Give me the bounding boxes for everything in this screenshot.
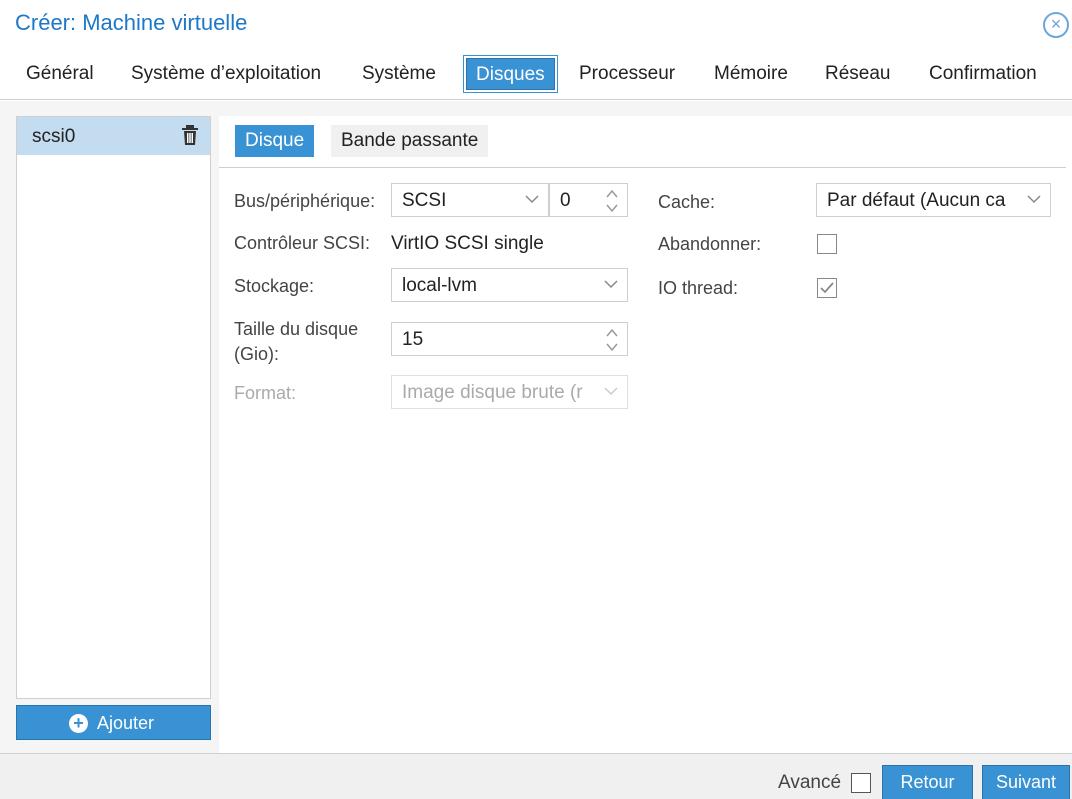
- disk-settings-panel: Disque Bande passante Bus/périphérique: …: [219, 116, 1072, 753]
- controller-value: VirtIO SCSI single: [391, 233, 544, 254]
- discard-checkbox[interactable]: [817, 234, 837, 254]
- footer-bar: Avancé Retour Suivant: [0, 753, 1072, 799]
- format-value: Image disque brute (r: [402, 382, 583, 403]
- trash-icon[interactable]: [181, 125, 199, 145]
- tab-confirmation[interactable]: Confirmation: [920, 58, 1046, 90]
- close-icon[interactable]: ×: [1043, 12, 1069, 38]
- bus-index-spinner[interactable]: 0: [549, 183, 628, 217]
- back-button[interactable]: Retour: [882, 765, 973, 799]
- plus-circle-icon: +: [69, 714, 88, 733]
- tab-network[interactable]: Réseau: [816, 58, 900, 90]
- disk-list: scsi0: [16, 116, 211, 699]
- wizard-tabs: Général Système d’exploitation Système D…: [0, 52, 1072, 100]
- disk-list-item[interactable]: scsi0: [17, 117, 210, 155]
- tab-memory[interactable]: Mémoire: [705, 58, 797, 90]
- tab-os[interactable]: Système d’exploitation: [122, 58, 330, 90]
- tab-processor[interactable]: Processeur: [570, 58, 684, 90]
- chevron-down-icon: [604, 280, 618, 289]
- storage-label: Stockage:: [234, 276, 315, 296]
- size-label-line2: (Gio):: [234, 344, 279, 364]
- storage-select[interactable]: local-lvm: [391, 268, 628, 302]
- main-area: scsi0 + Ajouter Disque Bande passante Bu…: [0, 101, 1072, 753]
- window-titlebar: Créer: Machine virtuelle ×: [0, 0, 1072, 48]
- chevron-down-icon: [604, 387, 618, 396]
- tab-system[interactable]: Système: [353, 58, 445, 90]
- next-button[interactable]: Suivant: [982, 765, 1070, 799]
- subtab-bandwidth[interactable]: Bande passante: [331, 125, 489, 157]
- add-disk-button[interactable]: + Ajouter: [16, 705, 211, 740]
- cache-label: Cache:: [658, 192, 716, 212]
- bus-index-value: 0: [560, 190, 571, 211]
- disk-item-label: scsi0: [32, 126, 76, 147]
- checkmark-icon: [820, 282, 834, 294]
- bus-select[interactable]: SCSI: [391, 183, 549, 217]
- tab-disks[interactable]: Disques: [466, 58, 555, 90]
- storage-value: local-lvm: [402, 275, 477, 296]
- add-disk-label: Ajouter: [97, 713, 155, 733]
- size-label-line1: Taille du disque: [234, 319, 359, 339]
- chevron-down-icon: [1027, 195, 1041, 204]
- advanced-checkbox[interactable]: [851, 773, 871, 793]
- disk-size-value: 15: [402, 329, 424, 350]
- iothread-checkbox[interactable]: [817, 278, 837, 298]
- discard-label: Abandonner:: [658, 234, 762, 254]
- bus-label: Bus/périphérique:: [234, 191, 376, 211]
- controller-label: Contrôleur SCSI:: [234, 233, 371, 253]
- disk-subtabs: Disque Bande passante: [219, 116, 1066, 168]
- format-label: Format:: [234, 383, 297, 403]
- subtab-disk[interactable]: Disque: [235, 125, 315, 157]
- spinner-arrows-icon[interactable]: [605, 187, 619, 215]
- disk-size-spinner[interactable]: 15: [391, 322, 628, 356]
- advanced-label: Avancé: [778, 772, 842, 793]
- window-title: Créer: Machine virtuelle: [15, 10, 248, 35]
- cache-value: Par défaut (Aucun ca: [827, 190, 1006, 211]
- iothread-label: IO thread:: [658, 278, 739, 298]
- spinner-arrows-icon[interactable]: [605, 326, 619, 354]
- cache-select[interactable]: Par défaut (Aucun ca: [816, 183, 1051, 217]
- bus-value: SCSI: [402, 190, 447, 211]
- format-select: Image disque brute (r: [391, 375, 628, 409]
- chevron-down-icon: [525, 195, 539, 204]
- tab-general[interactable]: Général: [17, 58, 103, 90]
